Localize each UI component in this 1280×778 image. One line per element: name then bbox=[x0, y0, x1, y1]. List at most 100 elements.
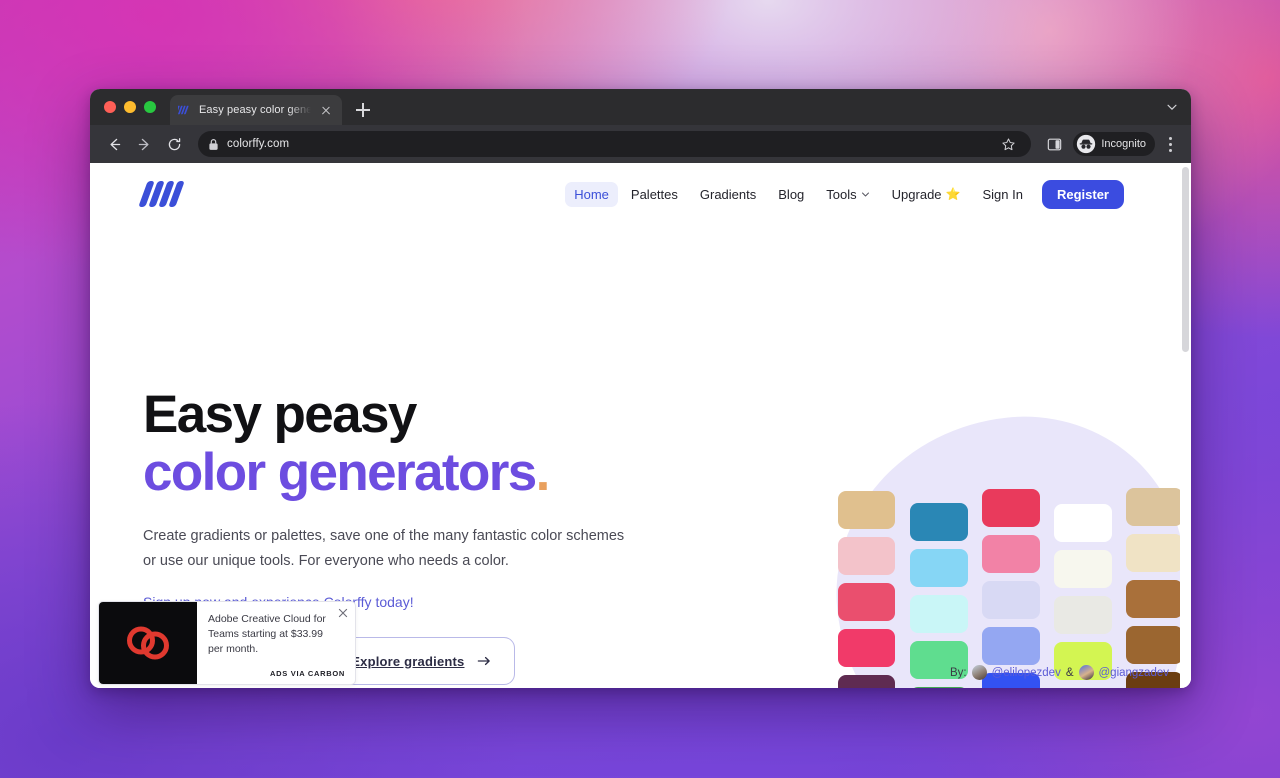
color-swatch bbox=[838, 537, 895, 575]
color-swatch bbox=[838, 491, 895, 529]
swatch-column-4 bbox=[1054, 504, 1112, 688]
adobe-creative-cloud-icon bbox=[127, 626, 169, 660]
author-link-2[interactable]: @giangzadev bbox=[1099, 667, 1170, 679]
new-tab-button[interactable] bbox=[350, 97, 376, 123]
nav-item-home[interactable]: Home bbox=[565, 181, 618, 207]
color-swatch bbox=[1054, 596, 1112, 634]
nav-label: Blog bbox=[778, 186, 805, 202]
scrollbar-thumb[interactable] bbox=[1182, 167, 1189, 352]
arrow-right-icon bbox=[478, 656, 491, 666]
browser-tab-strip: Easy peasy color generators | C bbox=[90, 89, 1191, 125]
color-swatch bbox=[1054, 504, 1112, 542]
ad-thumbnail[interactable] bbox=[99, 602, 197, 684]
page-scrollbar[interactable] bbox=[1180, 163, 1191, 688]
incognito-icon bbox=[1077, 134, 1096, 154]
register-button[interactable]: Register bbox=[1041, 179, 1124, 209]
carbon-ad[interactable]: Adobe Creative Cloud for Teams starting … bbox=[98, 601, 356, 685]
kebab-dot bbox=[1168, 142, 1172, 146]
side-panel-icon[interactable] bbox=[1041, 131, 1067, 157]
ad-close-icon[interactable] bbox=[337, 606, 349, 618]
color-swatch bbox=[982, 535, 1040, 573]
color-swatch bbox=[982, 581, 1040, 619]
page-title: Easy peasy color generators. bbox=[143, 385, 663, 502]
author-link-1[interactable]: @elilopezdev bbox=[992, 667, 1061, 679]
swatch-column-5 bbox=[1126, 488, 1183, 688]
reload-button[interactable] bbox=[160, 130, 188, 158]
window-close-button[interactable] bbox=[104, 101, 116, 113]
ad-body: Adobe Creative Cloud for Teams starting … bbox=[197, 602, 355, 684]
kebab-dot bbox=[1168, 136, 1172, 140]
profile-chip[interactable]: Incognito bbox=[1073, 132, 1155, 156]
reload-icon bbox=[168, 137, 180, 150]
profile-label: Incognito bbox=[1101, 138, 1146, 150]
explore-gradients-button[interactable]: Explore gradients bbox=[328, 637, 516, 686]
colorffy-logo-icon bbox=[178, 105, 189, 115]
nav-item-blog[interactable]: Blog bbox=[769, 182, 813, 207]
color-swatch bbox=[910, 503, 968, 541]
back-button[interactable] bbox=[100, 130, 128, 158]
color-swatch bbox=[910, 687, 968, 688]
swatch-column-3 bbox=[982, 489, 1040, 688]
nav-item-upgrade[interactable]: Upgrade ⭐ bbox=[883, 182, 970, 207]
browser-tab[interactable]: Easy peasy color generators | C bbox=[170, 95, 342, 125]
bookmark-star-icon[interactable] bbox=[995, 131, 1021, 157]
color-swatch bbox=[910, 595, 968, 633]
window-traffic-lights bbox=[100, 89, 164, 125]
browser-tab-title: Easy peasy color generators | C bbox=[199, 104, 311, 116]
site-header: Home Palettes Gradients Blog Tools Upgra… bbox=[90, 163, 1180, 225]
color-swatch bbox=[838, 629, 895, 667]
color-swatch bbox=[982, 489, 1040, 527]
tab-close-icon[interactable] bbox=[318, 102, 334, 118]
headline-line-2: color generators. bbox=[143, 442, 663, 502]
credits-separator: & bbox=[1065, 666, 1074, 679]
browser-window: Easy peasy color generators | C bbox=[90, 89, 1191, 688]
nav-label: Upgrade bbox=[891, 186, 942, 202]
nav-label: Tools bbox=[826, 186, 857, 202]
chevron-down-icon bbox=[861, 192, 869, 196]
color-swatch bbox=[910, 549, 968, 587]
color-swatch bbox=[1126, 626, 1183, 664]
hero-paragraph: Create gradients or palettes, save one o… bbox=[143, 528, 625, 570]
chevron-down-icon[interactable] bbox=[1165, 100, 1179, 114]
color-swatch bbox=[838, 583, 895, 621]
color-swatch bbox=[982, 627, 1040, 665]
address-bar[interactable]: colorffy.com bbox=[198, 131, 1032, 157]
headline-period: . bbox=[535, 442, 551, 502]
nav-label: Gradients bbox=[699, 186, 757, 202]
browser-toolbar: colorffy.com Incognito bbox=[90, 125, 1191, 163]
avatar bbox=[1078, 665, 1094, 680]
nav-item-gradients[interactable]: Gradients bbox=[691, 182, 765, 207]
back-arrow-icon bbox=[109, 138, 120, 150]
button-label: Explore gradients bbox=[351, 653, 465, 669]
author-credits: By: @elilopezdev & @giangzadev bbox=[950, 665, 1169, 680]
nav-label: Palettes bbox=[630, 186, 678, 202]
headline-line-2-text: color generators bbox=[143, 442, 537, 502]
swatch-column-1 bbox=[838, 491, 895, 688]
nav-label: Home bbox=[574, 186, 609, 202]
browser-menu-button[interactable] bbox=[1159, 131, 1181, 157]
color-swatch bbox=[1126, 488, 1183, 526]
main-nav: Home Palettes Gradients Blog Tools Upgra… bbox=[565, 179, 1124, 209]
color-swatch bbox=[1054, 550, 1112, 588]
ad-attribution: ADS VIA CARBON bbox=[270, 669, 345, 678]
window-minimize-button[interactable] bbox=[124, 101, 136, 113]
forward-button[interactable] bbox=[130, 130, 158, 158]
nav-item-sign-in[interactable]: Sign In bbox=[973, 182, 1031, 207]
nav-item-tools[interactable]: Tools bbox=[817, 182, 878, 207]
headline-line-1: Easy peasy bbox=[143, 385, 417, 444]
nav-label: Sign In bbox=[982, 186, 1023, 202]
color-swatch bbox=[1126, 580, 1183, 618]
page-viewport: Home Palettes Gradients Blog Tools Upgra… bbox=[90, 163, 1191, 688]
avatar bbox=[971, 665, 987, 680]
hero-illustration bbox=[790, 400, 1191, 688]
colorffy-logo[interactable] bbox=[138, 181, 185, 207]
credits-prefix: By: bbox=[949, 666, 967, 679]
star-badge-icon: ⭐ bbox=[945, 187, 961, 201]
lock-icon bbox=[209, 138, 218, 150]
kebab-dot bbox=[1168, 148, 1172, 152]
address-bar-url: colorffy.com bbox=[227, 138, 290, 150]
ad-text: Adobe Creative Cloud for Teams starting … bbox=[208, 613, 326, 655]
window-maximize-button[interactable] bbox=[144, 101, 156, 113]
color-swatch bbox=[1126, 534, 1183, 572]
nav-item-palettes[interactable]: Palettes bbox=[622, 182, 687, 207]
